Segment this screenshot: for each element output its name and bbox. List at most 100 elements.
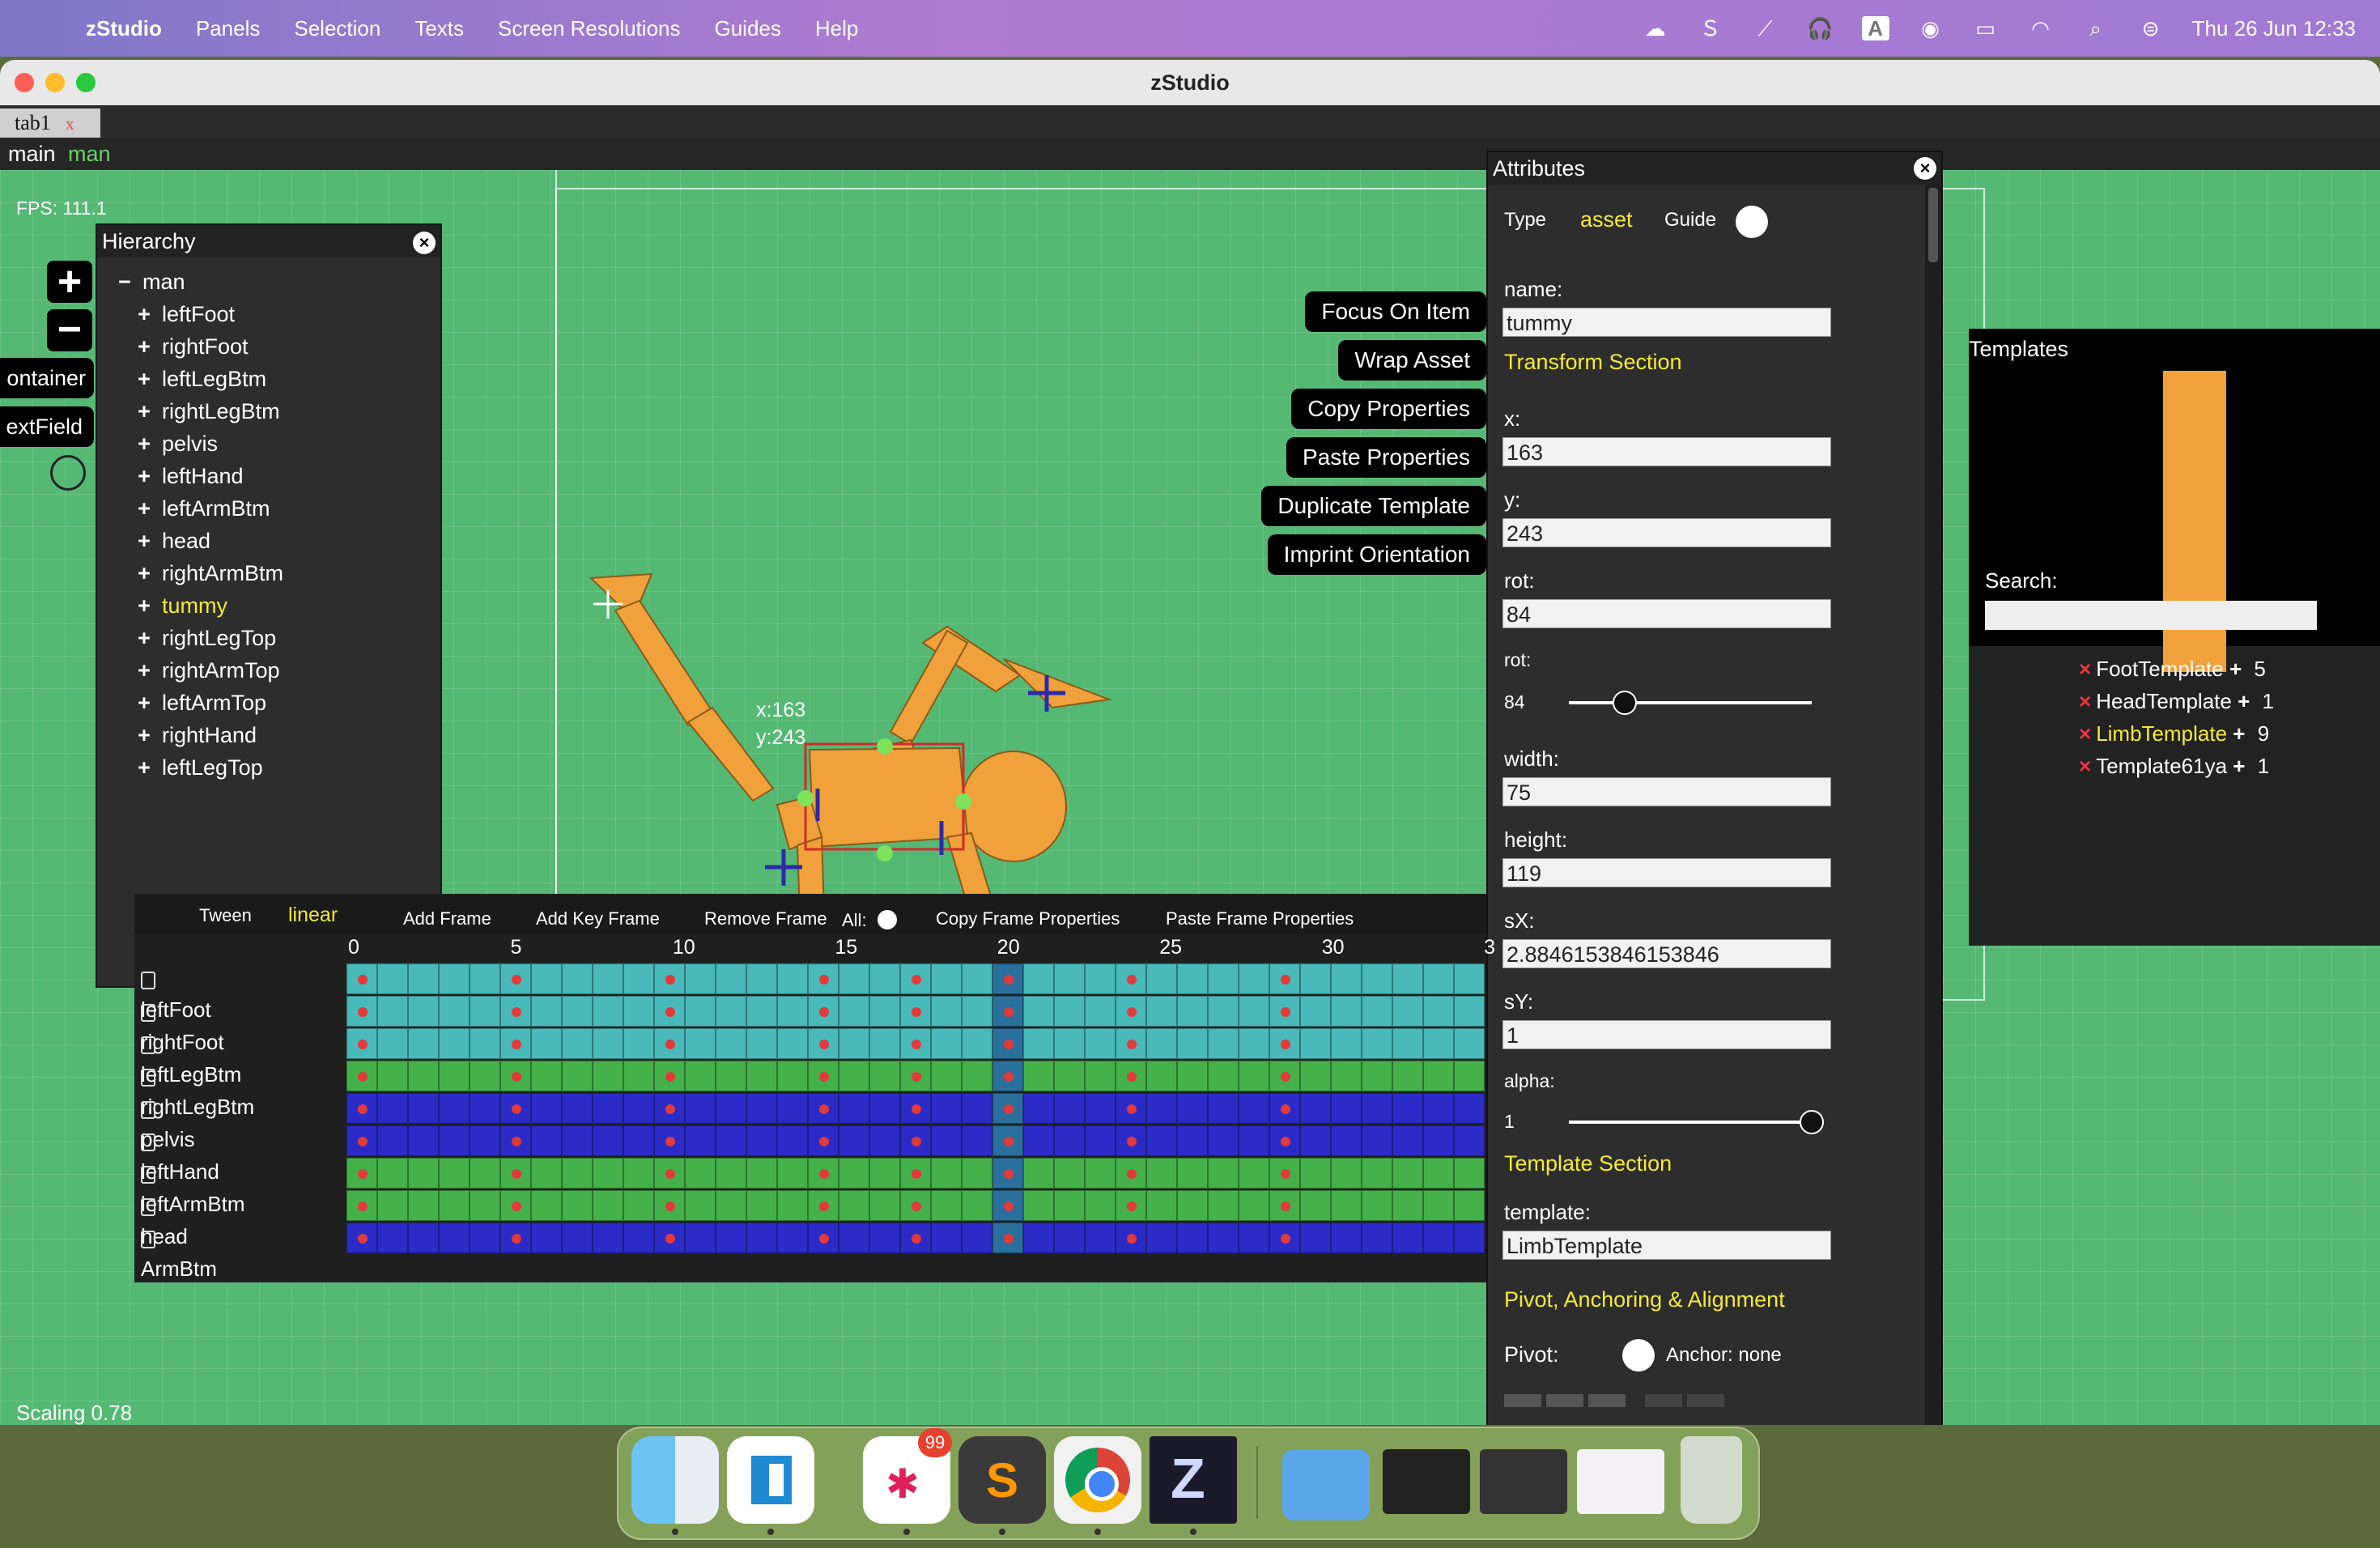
frame-cell[interactable] [1239, 1190, 1269, 1221]
frame-cell[interactable] [746, 1028, 777, 1059]
rot-input[interactable]: 84 [1502, 599, 1831, 628]
frame-cell[interactable] [1454, 996, 1485, 1027]
expand-icon[interactable]: + [134, 589, 154, 622]
frame-cell[interactable] [439, 1158, 470, 1189]
frame-cell[interactable] [1177, 1223, 1208, 1253]
frame-cell[interactable] [685, 1028, 716, 1059]
frame-cell[interactable] [408, 996, 439, 1027]
frame-cell[interactable] [1146, 1093, 1177, 1124]
wifi-icon[interactable]: ◠ [2027, 16, 2055, 40]
frame-cell[interactable] [869, 1158, 900, 1189]
slack-window[interactable] [1577, 1449, 1664, 1514]
tree-item-leftLegTop[interactable]: + leftLegTop [115, 751, 440, 784]
frame-cell[interactable] [992, 996, 1023, 1027]
menu-panels[interactable]: Panels [196, 16, 261, 41]
frame-cell[interactable] [531, 1190, 562, 1221]
hierarchy-close-icon[interactable]: × [413, 232, 436, 254]
frame-cell[interactable] [931, 996, 962, 1027]
frame-cell[interactable] [839, 1061, 869, 1091]
frame-cell[interactable] [439, 963, 470, 994]
frame-cell[interactable] [531, 963, 562, 994]
expand-icon[interactable]: + [134, 557, 154, 589]
frame-cell[interactable] [500, 1028, 531, 1059]
frame-cell[interactable] [1023, 1125, 1054, 1156]
frame-cell[interactable] [500, 963, 531, 994]
frame-cell[interactable] [1023, 963, 1054, 994]
frame-cell[interactable] [1023, 1061, 1054, 1091]
delete-template-icon[interactable]: × [2079, 689, 2091, 713]
expand-icon[interactable]: + [134, 427, 154, 460]
frame-cell[interactable] [1300, 1061, 1331, 1091]
frame-cell[interactable] [1392, 996, 1423, 1027]
frame-cell[interactable] [623, 1158, 654, 1189]
frame-cell[interactable] [1054, 1093, 1085, 1124]
expand-icon[interactable]: + [134, 622, 154, 654]
frame-cell[interactable] [1116, 1028, 1146, 1059]
frame-cell[interactable] [470, 1158, 500, 1189]
wrap-asset-button[interactable]: Wrap Asset [1338, 340, 1486, 381]
frame-cell[interactable] [992, 1190, 1023, 1221]
frame-cell[interactable] [377, 1190, 408, 1221]
frame-cell[interactable] [1362, 1093, 1392, 1124]
height-input[interactable]: 119 [1502, 858, 1831, 887]
frame-cell[interactable] [593, 1223, 623, 1253]
frame-cell[interactable] [1054, 1158, 1085, 1189]
frame-cell[interactable] [1208, 1028, 1239, 1059]
frame-cell[interactable] [777, 1093, 808, 1124]
frame-cell[interactable] [1116, 996, 1146, 1027]
frame-cell[interactable] [654, 1061, 685, 1091]
frame-cell[interactable] [377, 1028, 408, 1059]
frame-cell[interactable] [377, 996, 408, 1027]
frame-cell[interactable] [1269, 1190, 1300, 1221]
frame-cell[interactable] [808, 1125, 839, 1156]
frame-cell[interactable] [1454, 1028, 1485, 1059]
frame-cell[interactable] [1300, 1125, 1331, 1156]
menu-app-name[interactable]: zStudio [86, 16, 162, 41]
frame-cell[interactable] [808, 1028, 839, 1059]
frame-cell[interactable] [1085, 1158, 1116, 1189]
frame-cell[interactable] [746, 1093, 777, 1124]
frame-cell[interactable] [900, 996, 931, 1027]
frame-cell[interactable] [685, 1223, 716, 1253]
zstudio-icon[interactable]: Z [1150, 1436, 1237, 1524]
frame-cell[interactable] [869, 996, 900, 1027]
frame-cell[interactable] [562, 1223, 593, 1253]
frame-cell[interactable] [654, 1028, 685, 1059]
frame-cell[interactable] [1300, 996, 1331, 1027]
expand-icon[interactable]: + [134, 298, 154, 330]
frame-cell[interactable] [746, 1125, 777, 1156]
template-item[interactable]: × FootTemplate + 5 [2079, 653, 2274, 685]
frame-cell[interactable] [931, 963, 962, 994]
frame-cell[interactable] [1423, 963, 1454, 994]
frame-cell[interactable] [1423, 996, 1454, 1027]
x-input[interactable]: 163 [1502, 437, 1831, 466]
frame-cell[interactable] [1392, 963, 1423, 994]
frame-cell[interactable] [777, 963, 808, 994]
frame-cell[interactable] [1146, 963, 1177, 994]
frame-cell[interactable] [900, 1190, 931, 1221]
expand-icon[interactable]: + [134, 363, 154, 395]
frame-cell[interactable] [1023, 1190, 1054, 1221]
frame-cell[interactable] [1146, 996, 1177, 1027]
frame-cell[interactable] [1085, 1093, 1116, 1124]
frame-cell[interactable] [562, 1028, 593, 1059]
frame-cell[interactable] [746, 996, 777, 1027]
frame-cell[interactable] [777, 1190, 808, 1221]
add-template-icon[interactable]: + [2224, 657, 2248, 681]
frame-cell[interactable] [439, 1190, 470, 1221]
frame-cell[interactable] [500, 1158, 531, 1189]
input-source-icon[interactable]: A [1861, 16, 1889, 40]
tree-item-rightArmBtm[interactable]: + rightArmBtm [115, 557, 440, 589]
frame-cell[interactable] [1362, 1223, 1392, 1253]
frame-cell[interactable] [470, 1223, 500, 1253]
frame-cell[interactable] [716, 963, 746, 994]
frame-cell[interactable] [1177, 1028, 1208, 1059]
frame-cell[interactable] [1208, 1223, 1239, 1253]
frame-cell[interactable] [593, 1158, 623, 1189]
rot-slider-knob[interactable] [1613, 691, 1637, 715]
container-button[interactable]: ontainer [0, 358, 94, 398]
frame-cell[interactable] [346, 1158, 377, 1189]
frame-cell[interactable] [869, 963, 900, 994]
frame-cell[interactable] [1423, 1223, 1454, 1253]
tween-value[interactable]: linear [288, 904, 338, 927]
